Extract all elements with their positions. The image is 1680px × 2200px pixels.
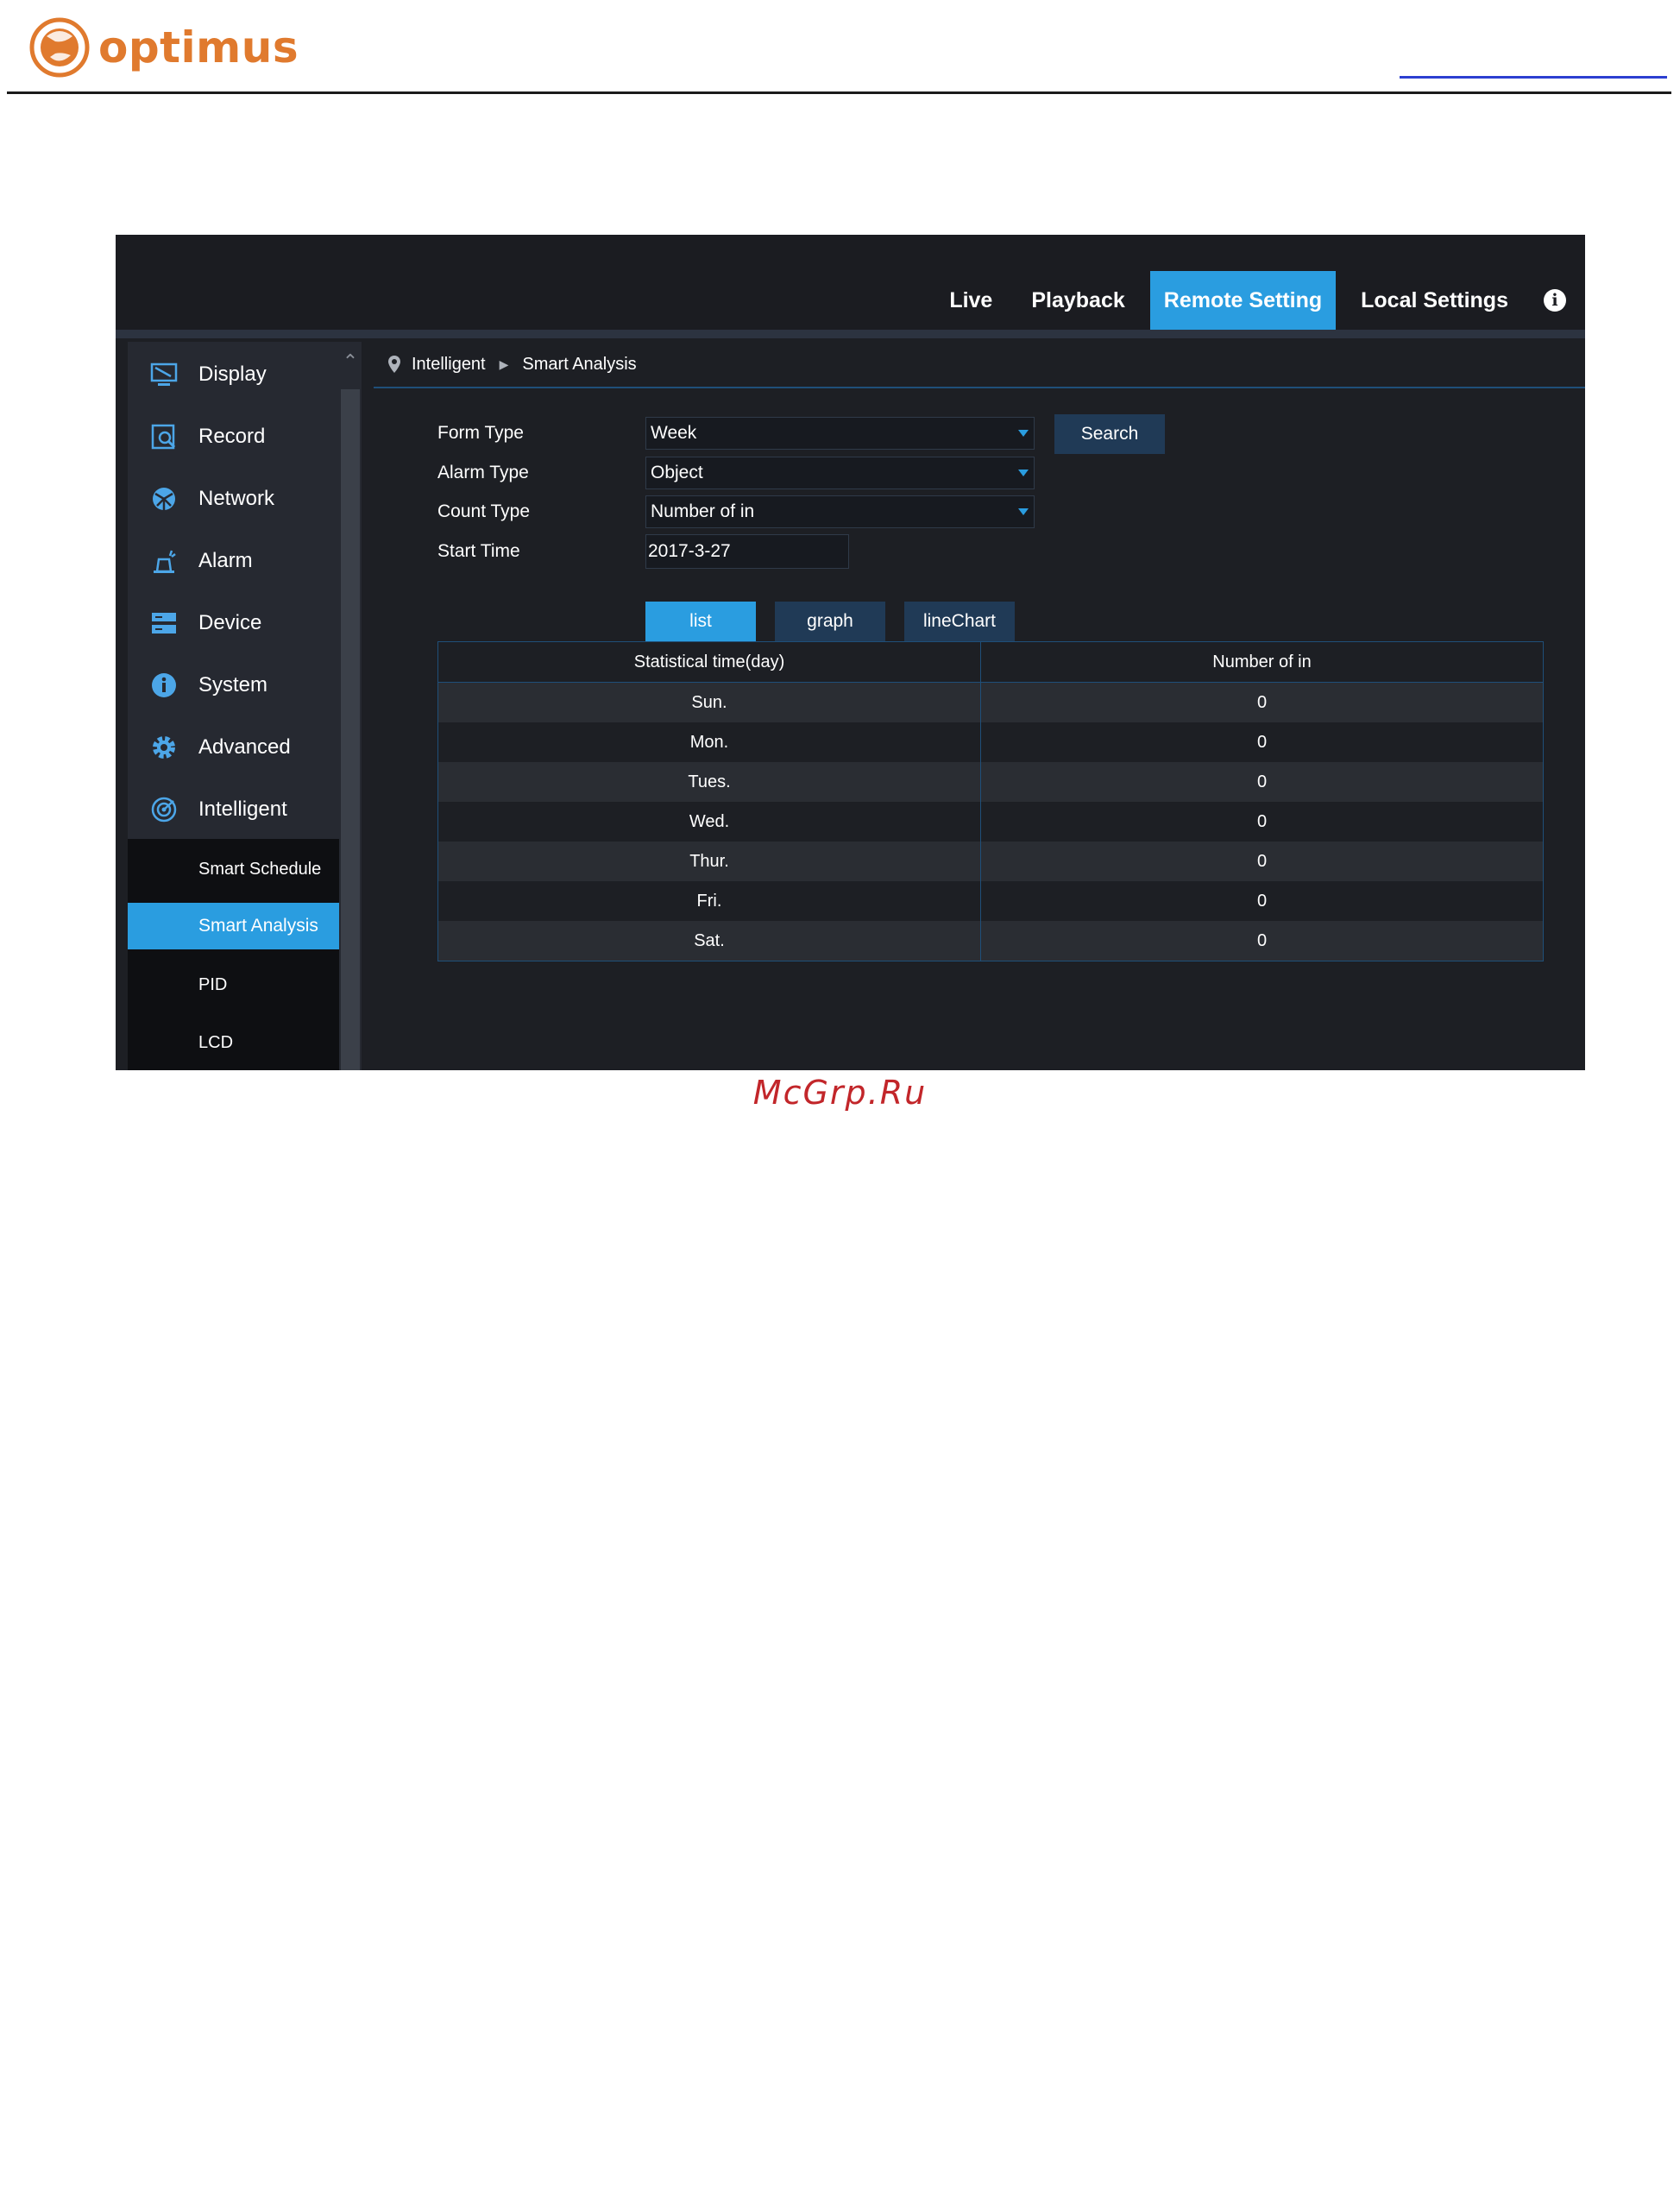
submenu-item-smart-analysis[interactable]: Smart Analysis — [128, 903, 339, 949]
statistics-table: Statistical time(day) Number of in Sun. 0… — [437, 641, 1544, 961]
sidebar-item-advanced[interactable]: Advanced — [128, 722, 339, 773]
column-header: Statistical time(day) — [437, 641, 981, 683]
sidebar-item-device[interactable]: Device — [128, 597, 339, 649]
form-type-label: Form Type — [437, 423, 524, 443]
alarm-type-label: Alarm Type — [437, 463, 529, 482]
submenu-item-smart-schedule[interactable]: Smart Schedule — [128, 846, 339, 892]
network-icon — [148, 483, 179, 514]
tab-line-chart[interactable]: lineChart — [904, 602, 1015, 641]
header-divider — [7, 91, 1671, 94]
alarm-type-value: Object — [651, 463, 703, 482]
alarm-icon — [148, 545, 179, 577]
table-row: Sun. 0 — [437, 682, 1544, 722]
chevron-up-icon[interactable]: ⌃ — [339, 352, 362, 371]
main-content: Intelligent ▶ Smart Analysis Form Type W… — [374, 342, 1585, 1070]
breadcrumb-parent[interactable]: Intelligent — [412, 355, 486, 375]
start-time-label: Start Time — [437, 541, 520, 561]
top-bar: Live Playback Remote Setting Local Setti… — [116, 235, 1585, 330]
tab-graph[interactable]: graph — [775, 602, 885, 641]
info-circle-icon — [148, 670, 179, 701]
gear-icon — [148, 732, 179, 763]
sidebar-item-display[interactable]: Display — [128, 349, 339, 400]
intelligent-icon — [148, 794, 179, 825]
table-header-row: Statistical time(day) Number of in — [437, 641, 1544, 683]
form-type-select[interactable]: Week — [645, 417, 1035, 450]
nav-live[interactable]: Live — [935, 271, 1006, 330]
table-cell-count: 0 — [1256, 891, 1268, 911]
dropdown-arrow-icon — [1018, 508, 1029, 515]
table-cell-day: Sat. — [437, 921, 981, 961]
sidebar-item-label: Display — [198, 362, 267, 386]
breadcrumb: Intelligent ▶ Smart Analysis — [374, 342, 1585, 388]
table-cell-count: 0 — [1256, 930, 1268, 950]
table-cell-day: Thur. — [437, 842, 981, 881]
sidebar-item-intelligent[interactable]: Intelligent — [128, 784, 339, 835]
table-cell-day: Mon. — [437, 722, 981, 762]
search-button[interactable]: Search — [1054, 414, 1165, 454]
breadcrumb-current: Smart Analysis — [522, 354, 637, 374]
location-pin-icon — [388, 356, 400, 373]
sidebar-item-system[interactable]: System — [128, 659, 339, 711]
table-row: Mon. 0 — [437, 722, 1544, 762]
top-bar-divider — [116, 330, 1585, 338]
sidebar-item-label: System — [198, 673, 268, 697]
nav-local-settings[interactable]: Local Settings — [1347, 271, 1522, 330]
sidebar-item-label: Alarm — [198, 549, 253, 572]
table-cell-count: 0 — [1256, 692, 1268, 712]
submenu-item-pid[interactable]: PID — [128, 961, 339, 1008]
sidebar-item-label: Network — [198, 487, 275, 510]
submenu-item-lcd[interactable]: LCD — [128, 1019, 339, 1066]
sidebar-item-network[interactable]: Network — [128, 473, 339, 525]
record-icon — [148, 421, 179, 452]
table-cell-count: 0 — [1256, 851, 1268, 871]
table-cell-day: Wed. — [437, 802, 981, 842]
dropdown-arrow-icon — [1018, 430, 1029, 437]
table-cell-count: 0 — [1256, 732, 1268, 752]
table-row: Thur. 0 — [437, 842, 1544, 881]
sidebar: Display Record Network Alarm Device Syst… — [128, 342, 339, 1070]
table-cell-count: 0 — [1256, 772, 1268, 791]
nav-playback[interactable]: Playback — [1017, 271, 1138, 330]
start-time-input[interactable]: 2017-3-27 — [645, 534, 849, 569]
watermark-text: McGrp.Ru — [752, 1074, 928, 1112]
header-link-underline[interactable] — [1400, 76, 1667, 79]
nav-remote-setting[interactable]: Remote Setting — [1149, 271, 1337, 330]
sidebar-item-label: Intelligent — [198, 797, 287, 821]
caret-right-icon: ▶ — [499, 356, 509, 371]
table-row: Fri. 0 — [437, 881, 1544, 921]
count-type-value: Number of in — [651, 501, 755, 521]
table-row: Sat. 0 — [437, 921, 1544, 961]
table-row: Tues. 0 — [437, 762, 1544, 802]
device-icon — [148, 608, 179, 639]
sidebar-item-alarm[interactable]: Alarm — [128, 535, 339, 587]
table-cell-day: Tues. — [437, 762, 981, 802]
alarm-type-select[interactable]: Object — [645, 457, 1035, 489]
monitor-icon — [148, 359, 179, 390]
table-row: Wed. 0 — [437, 802, 1544, 842]
info-icon[interactable]: i — [1544, 289, 1566, 312]
sidebar-item-label: Advanced — [198, 735, 291, 759]
count-type-label: Count Type — [437, 501, 531, 521]
intelligent-submenu: Smart Schedule Smart Analysis PID LCD — [128, 839, 339, 1070]
sidebar-item-label: Device — [198, 611, 262, 634]
dropdown-arrow-icon — [1018, 470, 1029, 476]
tab-list[interactable]: list — [645, 602, 756, 641]
top-nav: Live Playback Remote Setting Local Setti… — [924, 271, 1585, 330]
count-type-select[interactable]: Number of in — [645, 495, 1035, 528]
app-window: Live Playback Remote Setting Local Setti… — [116, 235, 1585, 1070]
sidebar-item-record[interactable]: Record — [128, 411, 339, 463]
scrollbar-thumb[interactable] — [341, 389, 360, 1070]
sidebar-item-label: Record — [198, 425, 266, 448]
table-cell-day: Sun. — [437, 682, 981, 722]
table-cell-day: Fri. — [437, 881, 981, 921]
table-cell-count: 0 — [1256, 811, 1268, 831]
brand-logo: optimus — [29, 17, 299, 78]
column-header: Number of in — [980, 641, 1544, 683]
form-type-value: Week — [651, 423, 697, 443]
optimus-logo-icon — [29, 17, 90, 78]
brand-wordmark: optimus — [98, 22, 299, 72]
sidebar-scrollbar[interactable]: ⌃ — [339, 342, 362, 1070]
